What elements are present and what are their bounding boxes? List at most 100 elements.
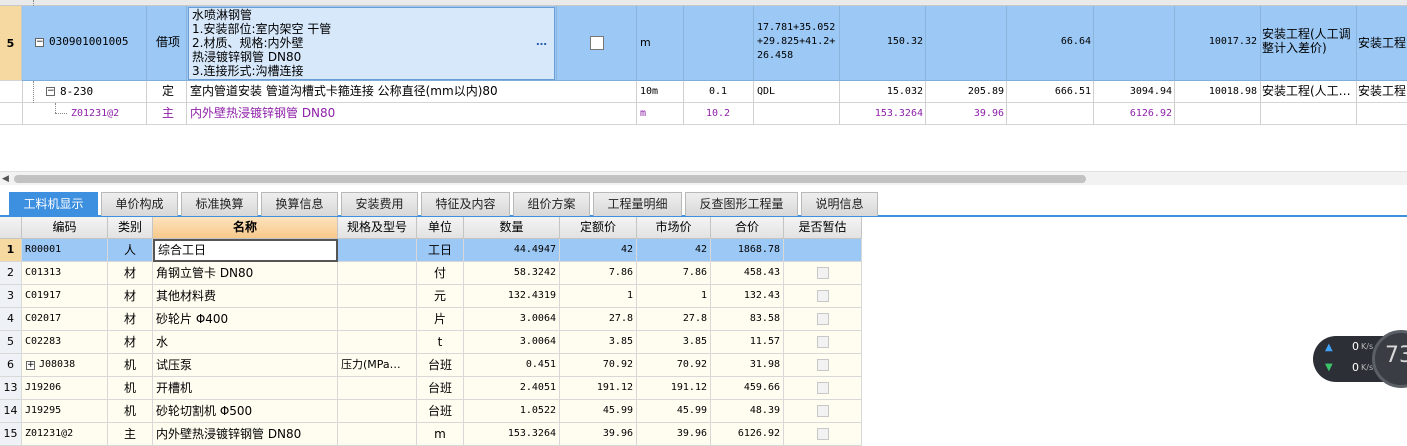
row-type: 材 (108, 308, 153, 331)
tab-standard-conversion[interactable]: 标准换算 (181, 192, 258, 216)
row-name: 砂轮片 Φ400 (153, 308, 338, 331)
tree-line (33, 81, 34, 103)
row-unit: 工日 (417, 239, 464, 262)
row-quota-price: 7.86 (560, 262, 637, 285)
column-header-type[interactable]: 类别 (108, 217, 153, 239)
col-divider (1093, 81, 1094, 125)
row-spec (338, 377, 417, 400)
tab-quantity-details[interactable]: 工程量明细 (593, 192, 682, 216)
row-divider (683, 6, 684, 81)
row-spec (338, 331, 417, 354)
sub-unit: 10m (640, 86, 659, 97)
row-unit: t (417, 331, 464, 354)
horizontal-scrollbar[interactable]: ◀ (0, 171, 1407, 185)
row-quantity: 3.0064 (464, 308, 560, 331)
provisional-checkbox[interactable] (817, 382, 829, 394)
row-type: 人 (108, 239, 153, 262)
column-header-unit[interactable]: 单位 (417, 217, 464, 239)
item-unit: m (640, 36, 651, 49)
col-divider (839, 81, 840, 125)
row-name-editor[interactable]: 综合工日 (153, 239, 338, 262)
row-unit: 台班 (417, 354, 464, 377)
row-code: C02017 (22, 308, 108, 331)
tab-unit-price-composition[interactable]: 单价构成 (101, 192, 178, 216)
column-header-quantity[interactable]: 数量 (464, 217, 560, 239)
download-arrow-icon: ▼ (1325, 362, 1333, 373)
row-quota-price: 27.8 (560, 308, 637, 331)
collapse-icon[interactable]: − (35, 38, 44, 47)
row-quota-price: 70.92 (560, 354, 637, 377)
col-divider (1174, 81, 1175, 125)
row-spec (338, 285, 417, 308)
column-header-total[interactable]: 合价 (711, 217, 784, 239)
tab-installation-fee[interactable]: 安装费用 (341, 192, 418, 216)
row-divider (146, 6, 147, 81)
row-unit: 片 (417, 308, 464, 331)
row-code: C02283 (22, 331, 108, 354)
row-quantity: 1.0522 (464, 400, 560, 423)
main-unit: m (640, 108, 647, 119)
scroll-left-arrow-icon[interactable]: ◀ (2, 173, 12, 185)
column-header-name[interactable]: 名称 (153, 217, 338, 239)
scroll-thumb[interactable] (14, 175, 1086, 183)
provisional-checkbox[interactable] (817, 428, 829, 440)
row-total: 458.43 (711, 262, 784, 285)
sub-name: 室内管道安装 管道沟槽式卡箍连接 公称直径(mm以内)80 (190, 84, 498, 98)
tab-reverse-lookup[interactable]: 反查图形工程量 (685, 192, 798, 216)
description-line: 1.安装部位:室内架空 干管 (192, 22, 332, 36)
row-market-price: 70.92 (637, 354, 711, 377)
column-header-market-price[interactable]: 市场价 (637, 217, 711, 239)
row-number: 13 (0, 377, 22, 400)
description-line: 热浸镀锌钢管 DN80 (192, 50, 302, 64)
row-number: 14 (0, 400, 22, 423)
quantity-formula-line: 26.458 (757, 50, 794, 61)
quantity-formula-line: 17.781+35.052 (757, 22, 836, 33)
tab-conversion-info[interactable]: 换算信息 (261, 192, 338, 216)
provisional-checkbox[interactable] (817, 359, 829, 371)
row-type: 材 (108, 331, 153, 354)
main-content: 10.2 (706, 108, 731, 119)
tree-line (55, 113, 67, 114)
tab-labor-material-machine[interactable]: 工料机显示 (9, 192, 98, 216)
more-button[interactable]: … (536, 35, 547, 48)
provisional-checkbox[interactable] (817, 405, 829, 417)
description-editor[interactable]: 水喷淋钢管 1.安装部位:室内架空 干管 2.材质、规格:内外壁 热浸镀锌钢管 … (188, 7, 555, 80)
tree-line (55, 103, 56, 113)
item-checkbox[interactable] (590, 36, 604, 50)
sub-specialty-2: 安装工程 (1358, 84, 1407, 98)
row-total: 31.98 (711, 354, 784, 377)
row-total: 132.43 (711, 285, 784, 308)
tab-pricing-scheme[interactable]: 组价方案 (513, 192, 590, 216)
column-header-quota-price[interactable]: 定额价 (560, 217, 637, 239)
provisional-checkbox[interactable] (817, 267, 829, 279)
row-quantity: 58.3242 (464, 262, 560, 285)
row-number: 15 (0, 423, 22, 446)
sub-labor: 3094.94 (1129, 86, 1172, 97)
col-divider (925, 81, 926, 125)
row-market-price: 27.8 (637, 308, 711, 331)
row-quota-price: 191.12 (560, 377, 637, 400)
collapse-icon[interactable]: − (46, 87, 55, 96)
row-unit: 台班 (417, 377, 464, 400)
provisional-checkbox[interactable] (817, 290, 829, 302)
column-header-provisional[interactable]: 是否暂估 (784, 217, 862, 239)
row-spec (338, 423, 417, 446)
tab-description-info[interactable]: 说明信息 (801, 192, 878, 216)
row-quota-price: 45.99 (560, 400, 637, 423)
expand-icon[interactable]: + (26, 361, 35, 370)
upload-arrow-icon: ▲ (1325, 342, 1333, 353)
row-type: 材 (108, 262, 153, 285)
row-divider (186, 6, 187, 81)
row-name: 其他材料费 (153, 285, 338, 308)
sub-quantity: 15.032 (886, 86, 923, 97)
sub-specialty: 安装工程(人工… (1262, 84, 1351, 98)
row-total: 1868.78 (711, 239, 784, 262)
row-number: 4 (0, 308, 22, 331)
column-header-code[interactable]: 编码 (22, 217, 108, 239)
column-header-spec[interactable]: 规格及型号 (338, 217, 417, 239)
provisional-checkbox[interactable] (817, 336, 829, 348)
sub-unit-price: 666.51 (1054, 86, 1091, 97)
provisional-checkbox[interactable] (817, 313, 829, 325)
tab-features-content[interactable]: 特征及内容 (421, 192, 510, 216)
row-quota-price: 3.85 (560, 331, 637, 354)
